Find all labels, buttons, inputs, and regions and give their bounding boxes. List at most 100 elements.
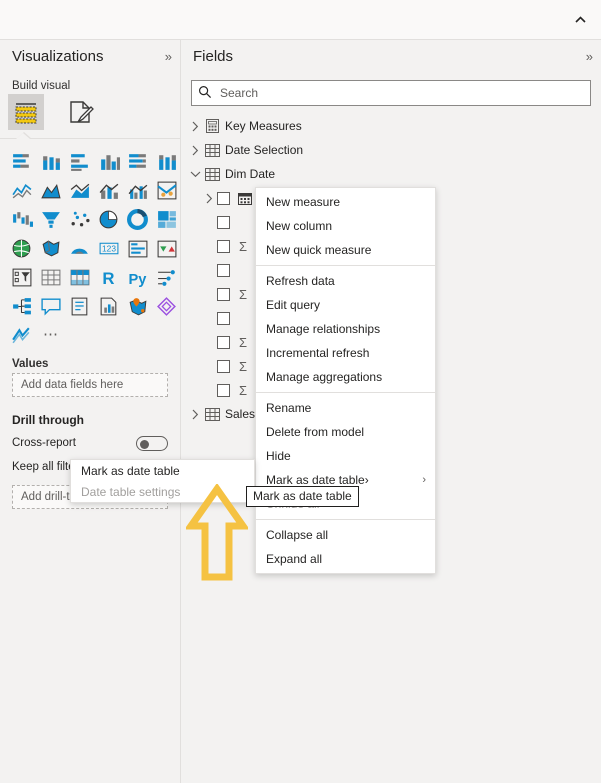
menu-item-new-column[interactable]: New column [256,214,435,238]
table-icon [203,406,221,422]
python-visual-icon[interactable]: Py [124,264,152,290]
chevron-right-icon[interactable] [187,118,203,134]
funnel-chart-icon[interactable] [37,206,65,232]
submenu-item-mark-as-date-table[interactable]: Mark as date table [71,461,254,482]
date-hierarchy-icon [236,190,254,206]
toggle-knob [140,440,149,449]
field-checkbox[interactable] [217,359,230,373]
slicer-icon[interactable] [8,264,36,290]
field-checkbox[interactable] [217,263,230,277]
map-icon[interactable] [8,235,36,261]
line-chart-icon[interactable] [8,177,36,203]
stacked-area-chart-icon[interactable] [66,177,94,203]
decomposition-tree-icon[interactable] [8,293,36,319]
table-icon[interactable] [37,264,65,290]
menu-item-expand-all[interactable]: Expand all [256,547,435,571]
treemap-icon[interactable] [153,206,181,232]
tree-item-date-selection[interactable]: Date Selection [181,138,601,162]
menu-separator [256,519,435,520]
filled-map-icon[interactable] [37,235,65,261]
field-checkbox[interactable] [217,191,230,205]
field-checkbox[interactable] [217,215,230,229]
fields-header: Fields » [181,40,601,74]
azure-map-icon[interactable] [124,293,152,319]
search-input[interactable] [218,85,584,101]
kpi-icon[interactable] [153,235,181,261]
chevron-down-icon[interactable] [187,166,203,182]
search-icon [198,85,214,101]
tab-notch [16,133,30,139]
ribbon-chart-icon[interactable] [153,177,181,203]
menu-item-incremental-refresh[interactable]: Incremental refresh [256,341,435,365]
line-and-clustered-column-chart-icon[interactable] [124,177,152,203]
key-influencers-icon[interactable] [153,264,181,290]
sigma-aggregate-icon: Σ [238,382,248,398]
card-icon[interactable]: 123 [95,235,123,261]
twist-spacer [201,358,217,374]
format-visual-tab[interactable] [61,94,97,130]
field-checkbox[interactable] [217,335,230,349]
tree-item-dim-date[interactable]: Dim Date [181,162,601,186]
scatter-chart-icon[interactable] [66,206,94,232]
tree-item-key-measures[interactable]: Key Measures [181,114,601,138]
more-options-icon[interactable]: ⋯ [37,322,65,348]
cross-report-toggle[interactable] [136,436,168,451]
waterfall-chart-icon[interactable] [8,206,36,232]
fields-title: Fields [193,48,234,65]
stacked-column-chart-icon[interactable] [37,148,65,174]
stacked-bar-chart-icon[interactable] [8,148,36,174]
menu-item-new-quick-measure[interactable]: New quick measure [256,238,435,262]
twist-spacer [201,262,217,278]
field-checkbox[interactable] [217,383,230,397]
cross-report-label: Cross-report [12,437,76,449]
twist-spacer [201,334,217,350]
paginated-report-icon[interactable] [95,293,123,319]
menu-item-delete-from-model[interactable]: Delete from model [256,420,435,444]
chevron-right-icon[interactable] [201,190,217,206]
fields-expand-chevrons-icon[interactable]: » [586,49,593,64]
power-apps-icon[interactable] [153,293,181,319]
area-chart-icon[interactable] [37,177,65,203]
chevron-right-icon[interactable] [187,142,203,158]
menu-item-manage-relationships[interactable]: Manage relationships [256,317,435,341]
r-script-visual-icon[interactable]: R [95,264,123,290]
menu-item-manage-aggregations[interactable]: Manage aggregations [256,365,435,389]
hundred-percent-stacked-column-chart-icon[interactable] [153,148,181,174]
table-context-menu[interactable]: New measure New column New quick measure Re… [255,187,436,574]
menu-item-new-measure[interactable]: New measure [256,190,435,214]
multi-row-card-icon[interactable] [124,235,152,261]
menu-item-refresh-data[interactable]: Refresh data [256,269,435,293]
pie-chart-icon[interactable] [95,206,123,232]
values-dropzone[interactable]: Add data fields here [12,373,168,397]
matrix-icon[interactable] [66,264,94,290]
menu-item-hide[interactable]: Hide [256,444,435,468]
search-box[interactable] [191,80,591,106]
power-automate-icon[interactable] [8,322,36,348]
menu-item-collapse-all[interactable]: Collapse all [256,523,435,547]
field-checkbox[interactable] [217,311,230,325]
chevron-right-icon[interactable] [187,406,203,422]
smart-narrative-icon[interactable] [66,293,94,319]
hundred-percent-stacked-bar-chart-icon[interactable] [124,148,152,174]
svg-text:123: 123 [102,243,116,253]
values-well-label: Values [12,358,49,370]
tooltip: Mark as date table [246,486,359,507]
build-visual-tab[interactable] [8,94,44,130]
sigma-aggregate-icon: Σ [238,286,248,302]
visualizations-pane: Visualizations » Build visual 123 R Py ⋯… [0,40,180,783]
powerbi-panes-screenshot: Visualizations » Build visual 123 R Py ⋯… [0,0,601,783]
expand-chevrons-icon[interactable]: » [165,49,172,64]
clustered-column-chart-icon[interactable] [95,148,123,174]
menu-item-edit-query[interactable]: Edit query [256,293,435,317]
qna-icon[interactable] [37,293,65,319]
clustered-bar-chart-icon[interactable] [66,148,94,174]
field-checkbox[interactable] [217,287,230,301]
menu-item-rename[interactable]: Rename [256,396,435,420]
arcgis-map-icon[interactable] [66,235,94,261]
cross-report-row[interactable]: Cross-report [0,431,180,455]
twist-spacer [201,238,217,254]
line-and-stacked-column-chart-icon[interactable] [95,177,123,203]
field-checkbox[interactable] [217,239,230,253]
donut-chart-icon[interactable] [124,206,152,232]
chevron-up-icon[interactable] [573,14,587,26]
